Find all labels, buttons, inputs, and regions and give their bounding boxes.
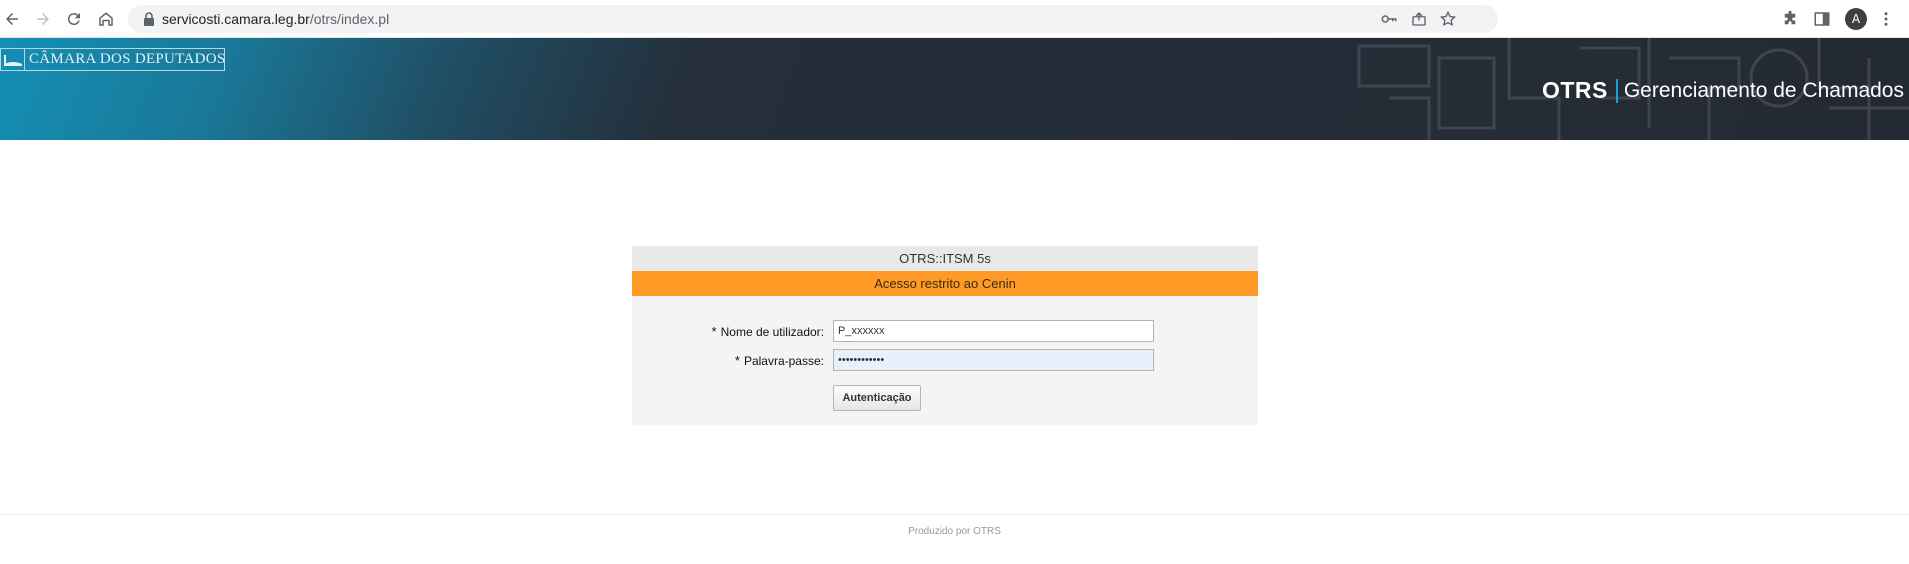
username-input[interactable] — [833, 320, 1154, 342]
login-title: OTRS::ITSM 5s — [632, 246, 1258, 271]
key-icon[interactable] — [1380, 10, 1398, 28]
share-icon[interactable] — [1410, 10, 1428, 28]
login-button[interactable]: Autenticação — [833, 385, 921, 411]
extensions-icon — [1784, 10, 1796, 25]
username-row: * Nome de utilizador: — [632, 320, 1258, 342]
otrs-header: CÂMARA DOS DEPUTADOS OTRS Gerenciamento … — [0, 38, 1909, 140]
password-row: * Palavra-passe: — [632, 349, 1258, 371]
brand-name: OTRS — [1541, 77, 1608, 103]
address-bar[interactable]: servicosti.camara.leg.br/otrs/index.pl — [128, 5, 1498, 33]
password-label-text: Palavra-passe: — [743, 354, 824, 368]
camara-logo-text: CÂMARA DOS DEPUTADOS — [29, 51, 226, 67]
profile-avatar[interactable]: A — [1845, 8, 1867, 30]
side-panel-button[interactable] — [1812, 9, 1832, 29]
url-host: servicosti.camara.leg.br — [162, 11, 310, 27]
login-box: OTRS::ITSM 5s Acesso restrito ao Cenin *… — [632, 246, 1258, 425]
forward-button[interactable] — [31, 7, 55, 31]
otrs-brand: OTRS Gerenciamento de Chamados — [1542, 77, 1904, 104]
camara-logo[interactable]: CÂMARA DOS DEPUTADOS — [0, 48, 225, 71]
url-text: servicosti.camara.leg.br/otrs/index.pl — [162, 11, 389, 27]
home-icon — [99, 12, 113, 26]
back-icon — [6, 13, 18, 25]
reload-icon — [67, 13, 80, 26]
footer-text: Produzido por OTRS — [908, 526, 1001, 537]
menu-icon — [1884, 12, 1888, 26]
required-marker: * — [711, 324, 717, 339]
forward-icon — [37, 13, 49, 25]
home-button[interactable] — [94, 7, 118, 31]
reload-button[interactable] — [62, 7, 86, 31]
extensions-button[interactable] — [1780, 9, 1800, 29]
brand-separator — [1615, 78, 1618, 103]
password-input[interactable] — [833, 349, 1154, 371]
footer-divider — [0, 514, 1909, 515]
star-icon[interactable] — [1439, 10, 1457, 28]
username-label: * Nome de utilizador: — [712, 324, 824, 339]
browser-toolbar: servicosti.camara.leg.br/otrs/index.pl A — [0, 0, 1909, 38]
camara-logo-mark — [1, 49, 25, 70]
back-button[interactable] — [0, 7, 24, 31]
side-panel-icon — [1814, 12, 1830, 26]
url-path: /otrs/index.pl — [309, 11, 390, 27]
login-notice: Acesso restrito ao Cenin — [632, 271, 1258, 296]
lock-icon — [144, 12, 154, 26]
required-marker: * — [734, 353, 740, 368]
menu-button[interactable] — [1876, 9, 1896, 29]
password-label: * Palavra-passe: — [735, 353, 824, 368]
username-label-text: Nome de utilizador: — [720, 325, 824, 339]
brand-subtitle: Gerenciamento de Chamados — [1623, 78, 1904, 102]
